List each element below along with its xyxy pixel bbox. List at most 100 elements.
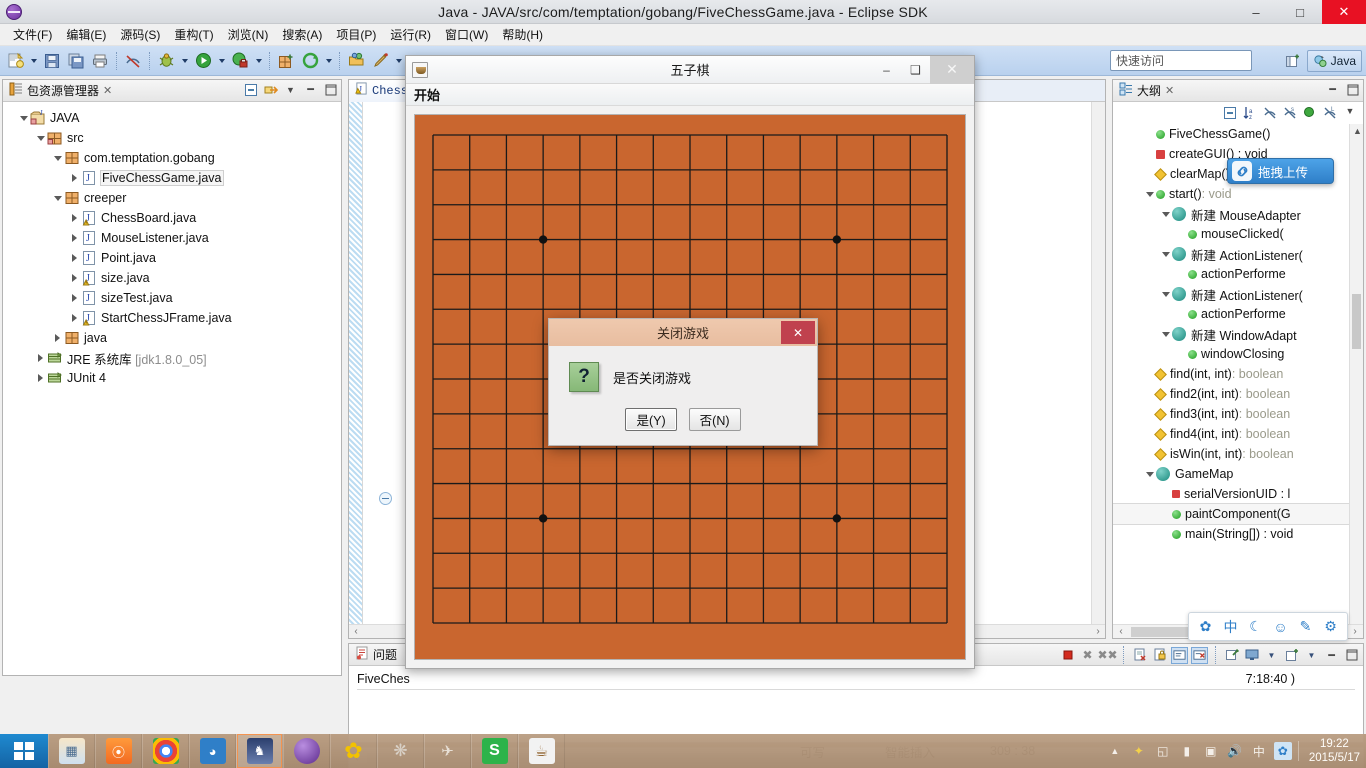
- moon-icon[interactable]: ☾: [1247, 618, 1265, 636]
- menu-source[interactable]: 源码(S): [113, 24, 167, 45]
- menu-run[interactable]: 运行(R): [383, 24, 438, 45]
- close-icon[interactable]: ✕: [1165, 84, 1174, 97]
- outline-item--windowadapt[interactable]: 新建 WindowAdapt: [1113, 324, 1363, 344]
- coverage-icon[interactable]: [229, 50, 251, 72]
- tree-item-java[interactable]: java: [3, 328, 341, 348]
- external-tools-icon[interactable]: [299, 50, 321, 72]
- tree-twisty-expanded-icon[interactable]: [34, 132, 47, 145]
- tree-twisty-expanded-icon[interactable]: [51, 192, 64, 205]
- quick-access-input[interactable]: 快速访问: [1110, 50, 1252, 71]
- gobang-menu-start[interactable]: 开始: [406, 85, 448, 104]
- taskbar-item-chrome[interactable]: [142, 734, 189, 768]
- editor-annotation-ruler[interactable]: [349, 102, 363, 638]
- new-wizard-icon[interactable]: [4, 50, 26, 72]
- menu-file[interactable]: 文件(F): [6, 24, 59, 45]
- perspective-java-button[interactable]: Java: [1306, 50, 1362, 72]
- outline-tree[interactable]: FiveChessGame() createGUI() : void clearMa…: [1113, 124, 1363, 638]
- outline-item-find-int-int-[interactable]: find(int, int) : boolean: [1113, 364, 1363, 384]
- tree-item-point-java[interactable]: J Point.java: [3, 248, 341, 268]
- debug-dropdown-icon[interactable]: [179, 50, 190, 72]
- maximize-icon[interactable]: [1344, 648, 1359, 663]
- outline-item-find4-int-int-[interactable]: find4(int, int) : boolean: [1113, 424, 1363, 444]
- search-icon[interactable]: [369, 50, 391, 72]
- outline-item-find2-int-int-[interactable]: find2(int, int) : boolean: [1113, 384, 1363, 404]
- package-explorer-tree[interactable]: J JAVA src com.temptation.gobang J FiveChessG…: [3, 102, 341, 675]
- tree-item-sizetest-java[interactable]: JsizeTest.java: [3, 288, 341, 308]
- taskbar-item-uc-browser[interactable]: ⦿: [95, 734, 142, 768]
- menu-edit[interactable]: 编辑(E): [59, 24, 113, 45]
- maximize-icon[interactable]: [323, 82, 338, 97]
- tree-twisty-expanded-icon[interactable]: [1143, 468, 1156, 481]
- remove-icon[interactable]: ✖: [1080, 648, 1095, 663]
- tree-item-java[interactable]: J JAVA: [3, 108, 341, 128]
- outline-item-start-[interactable]: start() : void: [1113, 184, 1363, 204]
- tree-twisty-collapsed-icon[interactable]: [68, 212, 81, 225]
- menu-window[interactable]: 窗口(W): [438, 24, 495, 45]
- problems-row[interactable]: FiveChes 7:18:40 ): [357, 672, 1355, 690]
- new-wizard-dropdown-icon[interactable]: [28, 50, 39, 72]
- tree-twisty-collapsed-icon[interactable]: [68, 232, 81, 245]
- tree-twisty-expanded-icon[interactable]: [51, 152, 64, 165]
- tree-item-chessboard-java[interactable]: J ChessBoard.java: [3, 208, 341, 228]
- battery-icon[interactable]: ▮: [1178, 742, 1196, 760]
- tree-item-startchessjframe-java[interactable]: J StartChessJFrame.java: [3, 308, 341, 328]
- remove-all-icon[interactable]: ✖✖: [1097, 648, 1117, 663]
- chinese-mode-icon[interactable]: 中: [1222, 618, 1240, 636]
- outline-item--actionlistener-[interactable]: 新建 ActionListener(: [1113, 244, 1363, 264]
- view-menu-icon[interactable]: ▼: [1343, 106, 1357, 120]
- close-icon[interactable]: ✕: [103, 84, 112, 97]
- tree-item-com-temptation-gobang[interactable]: com.temptation.gobang: [3, 148, 341, 168]
- tree-item-size-java[interactable]: Jsize.java: [3, 268, 341, 288]
- taskbar-item-thunder-download[interactable]: ✈: [424, 734, 471, 768]
- taskbar-clock[interactable]: 19:22 2015/5/17: [1305, 737, 1360, 765]
- tree-twisty-expanded-icon[interactable]: [1143, 188, 1156, 201]
- outline-item--actionlistener-[interactable]: 新建 ActionListener(: [1113, 284, 1363, 304]
- link-with-editor-icon[interactable]: [263, 82, 278, 97]
- ime-chinese-icon[interactable]: 中: [1250, 742, 1268, 760]
- windows-start-icon[interactable]: [0, 734, 48, 768]
- tree-twisty-collapsed-icon[interactable]: [68, 252, 81, 265]
- outline-item-actionperforme[interactable]: actionPerforme: [1113, 304, 1363, 324]
- taskbar-item-java-app[interactable]: ☕: [518, 734, 565, 768]
- hide-fields-icon[interactable]: [1263, 106, 1277, 120]
- menu-navigate[interactable]: 浏览(N): [221, 24, 276, 45]
- debug-icon[interactable]: [155, 50, 177, 72]
- hide-static-icon[interactable]: s: [1283, 106, 1297, 120]
- menu-help[interactable]: 帮助(H): [495, 24, 550, 45]
- scroll-left-icon[interactable]: ‹: [1113, 626, 1129, 637]
- taskbar-item-rabbit-app[interactable]: ❋: [377, 734, 424, 768]
- hide-local-types-icon[interactable]: L: [1323, 106, 1337, 120]
- baidu-ime-icon[interactable]: ✿: [1273, 742, 1292, 760]
- tree-item-src[interactable]: src: [3, 128, 341, 148]
- outline-vertical-scrollbar[interactable]: ▲ ▼: [1349, 124, 1363, 638]
- tree-twisty-collapsed-icon[interactable]: [68, 272, 81, 285]
- antivirus-icon[interactable]: ✦: [1130, 742, 1148, 760]
- tree-twisty-collapsed-icon[interactable]: [68, 312, 81, 325]
- toggle-markoccurrences-icon[interactable]: [122, 50, 144, 72]
- view-menu-icon[interactable]: ▼: [283, 82, 298, 97]
- menu-project[interactable]: 项目(P): [329, 24, 383, 45]
- baidu-paw-icon[interactable]: ✿: [1197, 618, 1215, 636]
- tree-twisty-expanded-icon[interactable]: [1159, 208, 1172, 221]
- tree-twisty-expanded-icon[interactable]: [1159, 248, 1172, 261]
- taskbar-item-flower-app[interactable]: ✿: [330, 734, 377, 768]
- new-console-icon[interactable]: [1284, 648, 1299, 663]
- tree-item-creeper[interactable]: creeper: [3, 188, 341, 208]
- external-tools-dropdown-icon[interactable]: [323, 50, 334, 72]
- minimize-icon[interactable]: ━: [1325, 82, 1340, 97]
- tree-item-junit-4[interactable]: JUnit 4: [3, 368, 341, 388]
- lock-console-icon[interactable]: [1152, 648, 1167, 663]
- display-selected-console-dropdown-icon[interactable]: ▼: [1264, 648, 1279, 663]
- open-perspective-icon[interactable]: [1283, 51, 1303, 71]
- tree-twisty-collapsed-icon[interactable]: [68, 172, 81, 185]
- open-type-icon[interactable]: [345, 50, 367, 72]
- network-icon[interactable]: ▣: [1202, 742, 1220, 760]
- show-console-icon[interactable]: [1171, 646, 1188, 664]
- editor-vertical-scrollbar[interactable]: [1091, 102, 1105, 624]
- dialog-close-button[interactable]: ✕: [781, 321, 815, 344]
- settings-gear-icon[interactable]: ⚙: [1322, 618, 1340, 636]
- clear-console-icon[interactable]: [1132, 648, 1147, 663]
- tree-item-mouselistener-java[interactable]: J MouseListener.java: [3, 228, 341, 248]
- collapse-fold-icon[interactable]: [379, 492, 392, 505]
- outline-item-actionperforme[interactable]: actionPerforme: [1113, 264, 1363, 284]
